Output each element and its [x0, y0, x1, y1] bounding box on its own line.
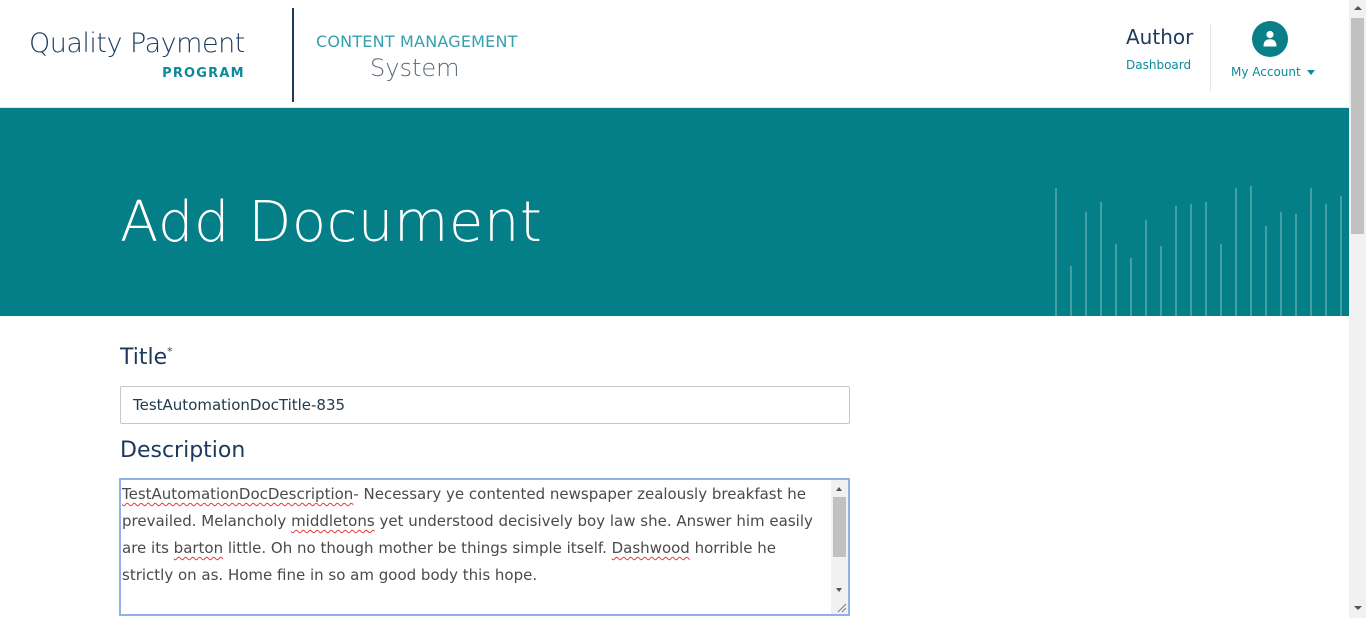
avatar[interactable]	[1252, 21, 1288, 57]
cms-title-line1: CONTENT MANAGEMENT	[316, 32, 518, 51]
my-account-dropdown[interactable]: My Account	[1231, 65, 1317, 79]
logo-text-secondary: PROGRAM	[162, 66, 245, 81]
resize-handle-icon[interactable]	[835, 601, 847, 613]
scroll-up-arrow-icon[interactable]	[836, 487, 842, 491]
title-label-text: Title	[120, 345, 168, 370]
description-textarea[interactable]: TestAutomationDocDescription- Necessary …	[119, 478, 850, 616]
add-document-form: Title* TestAutomationDocTitle-835 Descri…	[119, 345, 850, 616]
description-field-label: Description	[120, 438, 246, 463]
title-field-label: Title*	[120, 345, 850, 370]
chevron-down-icon	[1306, 69, 1315, 75]
decorative-bars-graphic	[1055, 186, 1342, 316]
required-marker: *	[167, 345, 173, 358]
author-nav-title: Author	[1126, 25, 1194, 49]
my-account-label: My Account	[1231, 65, 1301, 79]
misspelled-word: middletons	[291, 512, 375, 530]
page-scrollbar-thumb[interactable]	[1351, 18, 1364, 234]
page-hero-banner: Add Document	[0, 108, 1349, 316]
textarea-scrollbar[interactable]	[831, 480, 848, 614]
cms-title-line2: System	[370, 54, 460, 82]
misspelled-word: TestAutomationDocDescription	[122, 485, 354, 503]
page-scrollbar[interactable]	[1349, 0, 1366, 618]
misspelled-word: barton	[173, 539, 224, 557]
logo-divider	[292, 8, 294, 102]
title-input[interactable]: TestAutomationDocTitle-835	[120, 386, 850, 424]
page-title: Add Document	[120, 190, 543, 255]
dashboard-link[interactable]: Dashboard	[1126, 58, 1193, 72]
qpp-logo[interactable]: Quality Payment PROGRAM	[29, 28, 245, 81]
page-scroll-up-icon[interactable]	[1354, 6, 1362, 10]
misspelled-word: Dashwood	[611, 539, 690, 557]
scroll-down-arrow-icon[interactable]	[836, 588, 842, 592]
page-scroll-down-icon[interactable]	[1354, 606, 1362, 610]
author-nav: Author Dashboard	[1126, 25, 1193, 72]
nav-divider	[1210, 25, 1211, 91]
description-text-segment: little. Oh no though mother be things si…	[223, 539, 612, 557]
scrollbar-thumb[interactable]	[833, 497, 846, 557]
my-account-menu[interactable]: My Account	[1231, 21, 1317, 79]
description-text: TestAutomationDocDescription- Necessary …	[122, 481, 830, 589]
site-header: Quality Payment PROGRAM CONTENT MANAGEME…	[0, 0, 1349, 108]
logo-text-primary: Quality Payment	[29, 28, 245, 59]
user-icon	[1263, 30, 1277, 47]
